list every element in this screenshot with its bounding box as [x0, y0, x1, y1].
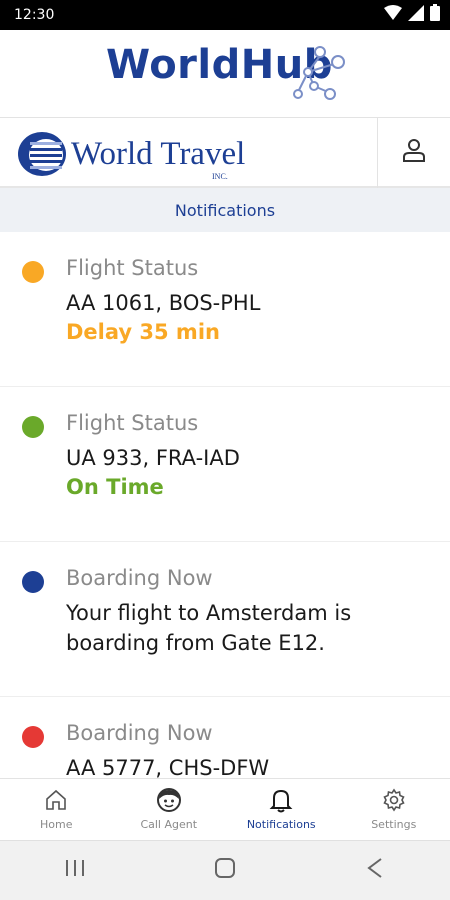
brand-suffix: INC. — [212, 172, 228, 181]
gear-icon — [382, 787, 406, 813]
status-icons — [384, 4, 440, 26]
status-bar: 12:30 — [0, 0, 450, 30]
status-dot — [22, 571, 44, 593]
system-nav-bar — [0, 840, 450, 900]
recents-button[interactable] — [45, 851, 105, 891]
network-icon — [286, 42, 348, 109]
person-icon — [401, 137, 427, 168]
notification-item[interactable]: Boarding Now Your flight to Amsterdam is… — [0, 542, 450, 697]
notification-list[interactable]: Flight Status AA 1061, BOS-PHL Delay 35 … — [0, 232, 450, 778]
agent-icon — [156, 787, 182, 813]
brand-bar: World Travel INC. — [0, 118, 450, 188]
nav-label: Settings — [371, 818, 417, 831]
status-dot — [22, 726, 44, 748]
bottom-nav: Home Call Agent Notifications Settings — [0, 778, 450, 840]
notification-status: On Time — [66, 475, 164, 499]
nav-label: Call Agent — [140, 818, 198, 831]
signal-icon — [408, 4, 424, 26]
notification-item[interactable]: Flight Status UA 933, FRA-IAD On Time — [0, 387, 450, 542]
notification-title: Boarding Now — [66, 566, 213, 590]
notification-item[interactable]: Boarding Now AA 5777, CHS-DFW — [0, 697, 450, 778]
wifi-icon — [384, 4, 402, 26]
notification-title: Flight Status — [66, 411, 199, 435]
home-icon — [44, 787, 68, 813]
notification-body: Your flight to Amsterdam is boarding fro… — [66, 601, 352, 655]
notification-body: UA 933, FRA-IAD — [66, 446, 240, 470]
back-icon — [365, 857, 385, 884]
app-header: WorldHub — [0, 30, 450, 118]
notification-body: AA 5777, CHS-DFW — [66, 756, 270, 778]
brand-name: World Travel — [71, 136, 246, 172]
home-circle-icon — [214, 857, 236, 884]
globe-logo-icon — [16, 130, 70, 183]
nav-notifications[interactable]: Notifications — [225, 779, 338, 840]
nav-home[interactable]: Home — [0, 779, 113, 840]
section-title: Notifications — [174, 200, 276, 220]
status-dot — [22, 416, 44, 438]
battery-icon — [430, 4, 440, 26]
notification-title: Flight Status — [66, 256, 199, 280]
brand-logo: World Travel INC. — [16, 126, 256, 182]
notification-title: Boarding Now — [66, 721, 213, 745]
back-button[interactable] — [345, 851, 405, 891]
bell-icon — [269, 787, 293, 813]
nav-settings[interactable]: Settings — [338, 779, 450, 840]
notification-status: Delay 35 min — [66, 320, 220, 344]
recents-icon — [64, 858, 86, 883]
nav-label: Home — [40, 818, 73, 831]
profile-button[interactable] — [378, 118, 450, 186]
status-dot — [22, 261, 44, 283]
notification-item[interactable]: Flight Status AA 1061, BOS-PHL Delay 35 … — [0, 232, 450, 387]
notifications-header: Notifications — [0, 188, 450, 232]
notification-body: AA 1061, BOS-PHL — [66, 291, 261, 315]
status-time: 12:30 — [14, 7, 55, 23]
nav-label: Notifications — [246, 818, 316, 831]
system-home-button[interactable] — [195, 851, 255, 891]
nav-call-agent[interactable]: Call Agent — [113, 779, 226, 840]
